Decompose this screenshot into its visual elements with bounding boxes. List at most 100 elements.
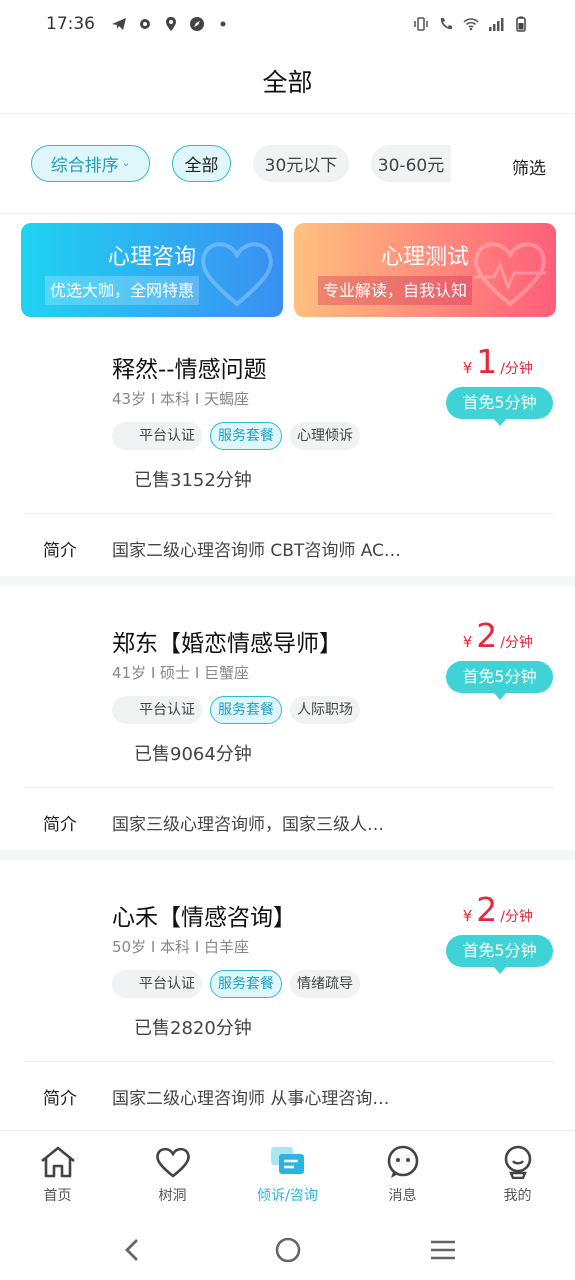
- divider: [24, 1061, 554, 1062]
- call-icon: [440, 18, 452, 30]
- tab-home-label: 首页: [43, 1188, 72, 1204]
- tag-category: 心理倾诉: [290, 422, 360, 450]
- tab-consult[interactable]: 倾诉/咨询: [230, 1131, 345, 1220]
- price-unit: /分钟: [500, 361, 533, 377]
- counselor-card[interactable]: 郑东【婚恋情感导师】 41岁 I 硕士 I 巨蟹座 ¥ 2 /分钟 首免5分钟 …: [0, 604, 575, 850]
- counselor-meta: 41岁 I 硕士 I 巨蟹座: [112, 664, 250, 682]
- counselor-name: 释然--情感问题: [112, 357, 267, 383]
- banner-consult[interactable]: 心理咨询 优选大咖，全网特惠: [21, 223, 283, 317]
- tag-package: 服务套餐: [210, 970, 282, 998]
- intro-label: 简介: [43, 815, 77, 835]
- banner-consult-subtitle: 优选大咖，全网特惠: [45, 276, 200, 305]
- vibrate-icon: [414, 17, 428, 31]
- telegram-icon: [112, 18, 126, 30]
- recents-icon[interactable]: [428, 1235, 458, 1265]
- filter-chip-30-60[interactable]: 30-60元: [371, 145, 451, 182]
- sold-count: 已售9064分钟: [134, 744, 252, 765]
- battery-icon: [516, 16, 526, 32]
- tag-package: 服务套餐: [210, 422, 282, 450]
- counselor-card[interactable]: 释然--情感问题 43岁 I 本科 I 天蝎座 ¥ 1 /分钟 首免5分钟 平台…: [0, 330, 575, 576]
- sort-label: 综合排序: [50, 156, 119, 176]
- tag-list: 平台认证 服务套餐 心理倾诉: [112, 422, 360, 450]
- tag-certified: 平台认证: [112, 696, 202, 724]
- chevron-down-icon: ⌄: [121, 158, 131, 169]
- banner-consult-title: 心理咨询: [107, 245, 196, 270]
- price: ¥ 2 /分钟: [463, 616, 533, 655]
- counselor-meta: 43岁 I 本科 I 天蝎座: [112, 390, 250, 408]
- bottom-tab-bar: 首页 树洞 倾诉/咨询 消息 我的: [0, 1130, 575, 1220]
- tab-messages[interactable]: 消息: [345, 1131, 460, 1220]
- divider: [24, 787, 554, 788]
- compass-icon: [190, 17, 204, 31]
- tag-list: 平台认证 服务套餐 人际职场: [112, 696, 360, 724]
- tab-profile[interactable]: 我的: [460, 1131, 575, 1220]
- filter-chip-under-30[interactable]: 30元以下: [253, 145, 349, 182]
- price-unit: /分钟: [500, 909, 533, 925]
- tab-treehole-label: 树洞: [158, 1188, 187, 1204]
- back-icon[interactable]: [118, 1235, 148, 1265]
- system-nav-bar: [0, 1220, 575, 1280]
- status-bar: 17:36: [0, 0, 575, 48]
- price-symbol: ¥: [462, 907, 473, 925]
- price-value: 2: [476, 616, 498, 655]
- message-icon: [387, 1145, 418, 1178]
- free-badge: 首免5分钟: [446, 935, 553, 974]
- price-symbol: ¥: [462, 359, 473, 377]
- price: ¥ 1 /分钟: [463, 342, 533, 381]
- banner-test[interactable]: 心理测试 专业解读，自我认知: [294, 223, 556, 317]
- title-bar: 全部: [0, 48, 575, 114]
- sold-count: 已售2820分钟: [134, 1018, 252, 1039]
- intro-label: 简介: [43, 1089, 77, 1109]
- intro-text: 国家二级心理咨询师 从事心理咨询…: [112, 1089, 390, 1109]
- tab-treehole[interactable]: 树洞: [115, 1131, 230, 1220]
- tab-home[interactable]: 首页: [0, 1131, 115, 1220]
- tag-category: 情绪疏导: [290, 970, 360, 998]
- counselor-name: 郑东【婚恋情感导师】: [112, 631, 342, 657]
- filter-chip-all[interactable]: 全部: [172, 145, 231, 182]
- price-unit: /分钟: [500, 635, 533, 651]
- intro-label: 简介: [43, 541, 77, 561]
- price-value: 2: [476, 890, 498, 929]
- price-value: 1: [476, 342, 498, 381]
- intro-text: 国家三级心理咨询师，国家三级人…: [112, 815, 384, 835]
- banner-test-title: 心理测试: [380, 245, 469, 270]
- tab-messages-label: 消息: [388, 1188, 417, 1204]
- status-time: 17:36: [46, 14, 95, 34]
- wifi-icon: [463, 18, 479, 31]
- heart-icon: [155, 1147, 190, 1178]
- tab-consult-label: 倾诉/咨询: [257, 1188, 318, 1204]
- home-icon: [40, 1146, 75, 1178]
- dot-icon: [220, 21, 226, 27]
- banner-test-subtitle: 专业解读，自我认知: [318, 276, 473, 305]
- settings-icon: [140, 19, 150, 29]
- page-title: 全部: [262, 67, 313, 97]
- card-separator: [0, 850, 575, 860]
- counselor-card[interactable]: 心禾【情感咨询】 50岁 I 本科 I 白羊座 ¥ 2 /分钟 首免5分钟 平台…: [0, 878, 575, 1130]
- status-left: 17:36: [46, 14, 231, 34]
- free-badge: 首免5分钟: [446, 387, 553, 426]
- filter-button[interactable]: 筛选: [512, 154, 546, 179]
- tag-certified: 平台认证: [112, 970, 202, 998]
- home-circle-icon[interactable]: [273, 1235, 303, 1265]
- sort-dropdown[interactable]: 综合排序 ⌄: [31, 145, 150, 182]
- filter-bar: 综合排序 ⌄ 全部 30元以下 30-60元 筛选: [0, 114, 575, 214]
- tab-profile-label: 我的: [503, 1188, 532, 1204]
- tag-list: 平台认证 服务套餐 情绪疏导: [112, 970, 360, 998]
- profile-icon: [504, 1145, 531, 1179]
- counselor-meta: 50岁 I 本科 I 白羊座: [112, 938, 250, 956]
- free-badge: 首免5分钟: [446, 661, 553, 700]
- divider: [24, 513, 554, 514]
- tag-category: 人际职场: [290, 696, 360, 724]
- sold-count: 已售3152分钟: [134, 470, 252, 491]
- tag-package: 服务套餐: [210, 696, 282, 724]
- price-symbol: ¥: [462, 633, 473, 651]
- chat-icon: [270, 1147, 304, 1174]
- counselor-name: 心禾【情感咨询】: [112, 905, 296, 931]
- status-right: [413, 16, 529, 32]
- card-separator: [0, 576, 575, 586]
- location-icon: [166, 17, 176, 31]
- signal-icon: [489, 18, 504, 31]
- price: ¥ 2 /分钟: [463, 890, 533, 929]
- intro-text: 国家二级心理咨询师 CBT咨询师 AC…: [112, 541, 401, 561]
- tag-certified: 平台认证: [112, 422, 202, 450]
